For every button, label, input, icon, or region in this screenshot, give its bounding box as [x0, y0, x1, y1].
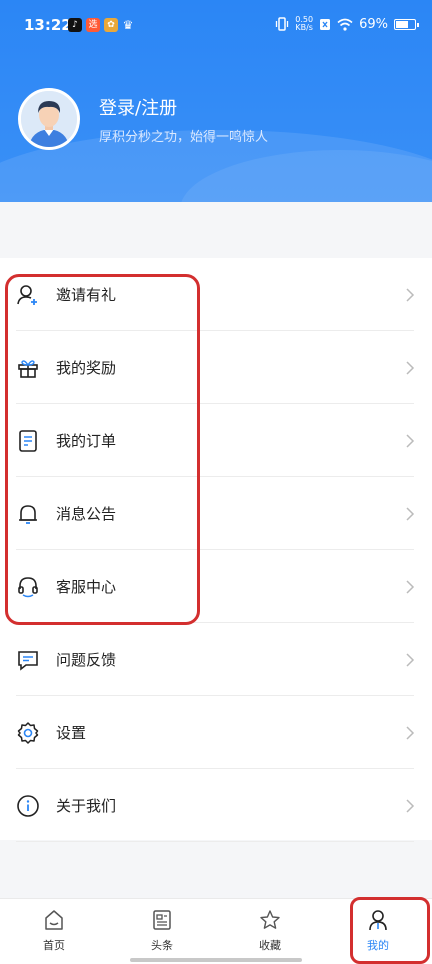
login-register-link[interactable]: 登录/注册: [99, 94, 177, 120]
net-speed: 0.50 KB/s: [295, 15, 314, 32]
highlight-box-tab: [350, 897, 430, 964]
chevron-right-icon: [406, 725, 415, 740]
chevron-right-icon: [406, 360, 415, 375]
wifi-icon: [337, 18, 353, 31]
profile-slogan: 厚积分秒之功，始得一鸣惊人: [99, 130, 269, 145]
sim-icon: [320, 18, 331, 30]
home-icon: [45, 910, 63, 930]
avatar-person-icon: [21, 91, 77, 147]
chevron-right-icon: [406, 506, 415, 521]
crown-icon: ♛: [122, 18, 134, 32]
menu-item-label: 问题反馈: [56, 651, 117, 669]
menu-item-about[interactable]: 关于我们: [0, 769, 432, 842]
menu-item-label: 关于我们: [56, 797, 117, 815]
tab-label: 头条: [151, 939, 173, 952]
tab-favorites[interactable]: 收藏: [216, 899, 324, 964]
gear-icon: [17, 721, 39, 744]
info-icon: [17, 794, 39, 817]
tab-label: 首页: [43, 939, 65, 952]
chevron-right-icon: [406, 287, 415, 302]
tiktok-icon: ♪: [68, 18, 82, 32]
app-notification-icon: 选: [86, 18, 100, 32]
home-indicator: [130, 958, 302, 962]
status-bar: 13:22 ♪ 选 ✿ ♛ 0.50 KB/s 69%: [0, 0, 432, 50]
tab-label: 收藏: [259, 939, 281, 952]
app-notification-icon: ✿: [104, 18, 118, 32]
avatar[interactable]: [18, 88, 80, 150]
status-time: 13:22: [24, 16, 72, 34]
menu-item-settings[interactable]: 设置: [0, 696, 432, 769]
menu-item-label: 设置: [56, 724, 87, 742]
tab-home[interactable]: 首页: [0, 899, 108, 964]
highlight-box-menu: [5, 274, 200, 625]
menu-item-feedback[interactable]: 问题反馈: [0, 623, 432, 696]
chevron-right-icon: [406, 433, 415, 448]
news-icon: [153, 910, 171, 930]
battery-icon: [394, 18, 419, 30]
chevron-right-icon: [406, 798, 415, 813]
tab-news[interactable]: 头条: [108, 899, 216, 964]
chevron-right-icon: [406, 579, 415, 594]
star-icon: [260, 910, 280, 929]
battery-percent: 69%: [359, 16, 388, 32]
vibrate-icon: [276, 17, 289, 31]
chevron-right-icon: [406, 652, 415, 667]
message-icon: [18, 650, 38, 671]
